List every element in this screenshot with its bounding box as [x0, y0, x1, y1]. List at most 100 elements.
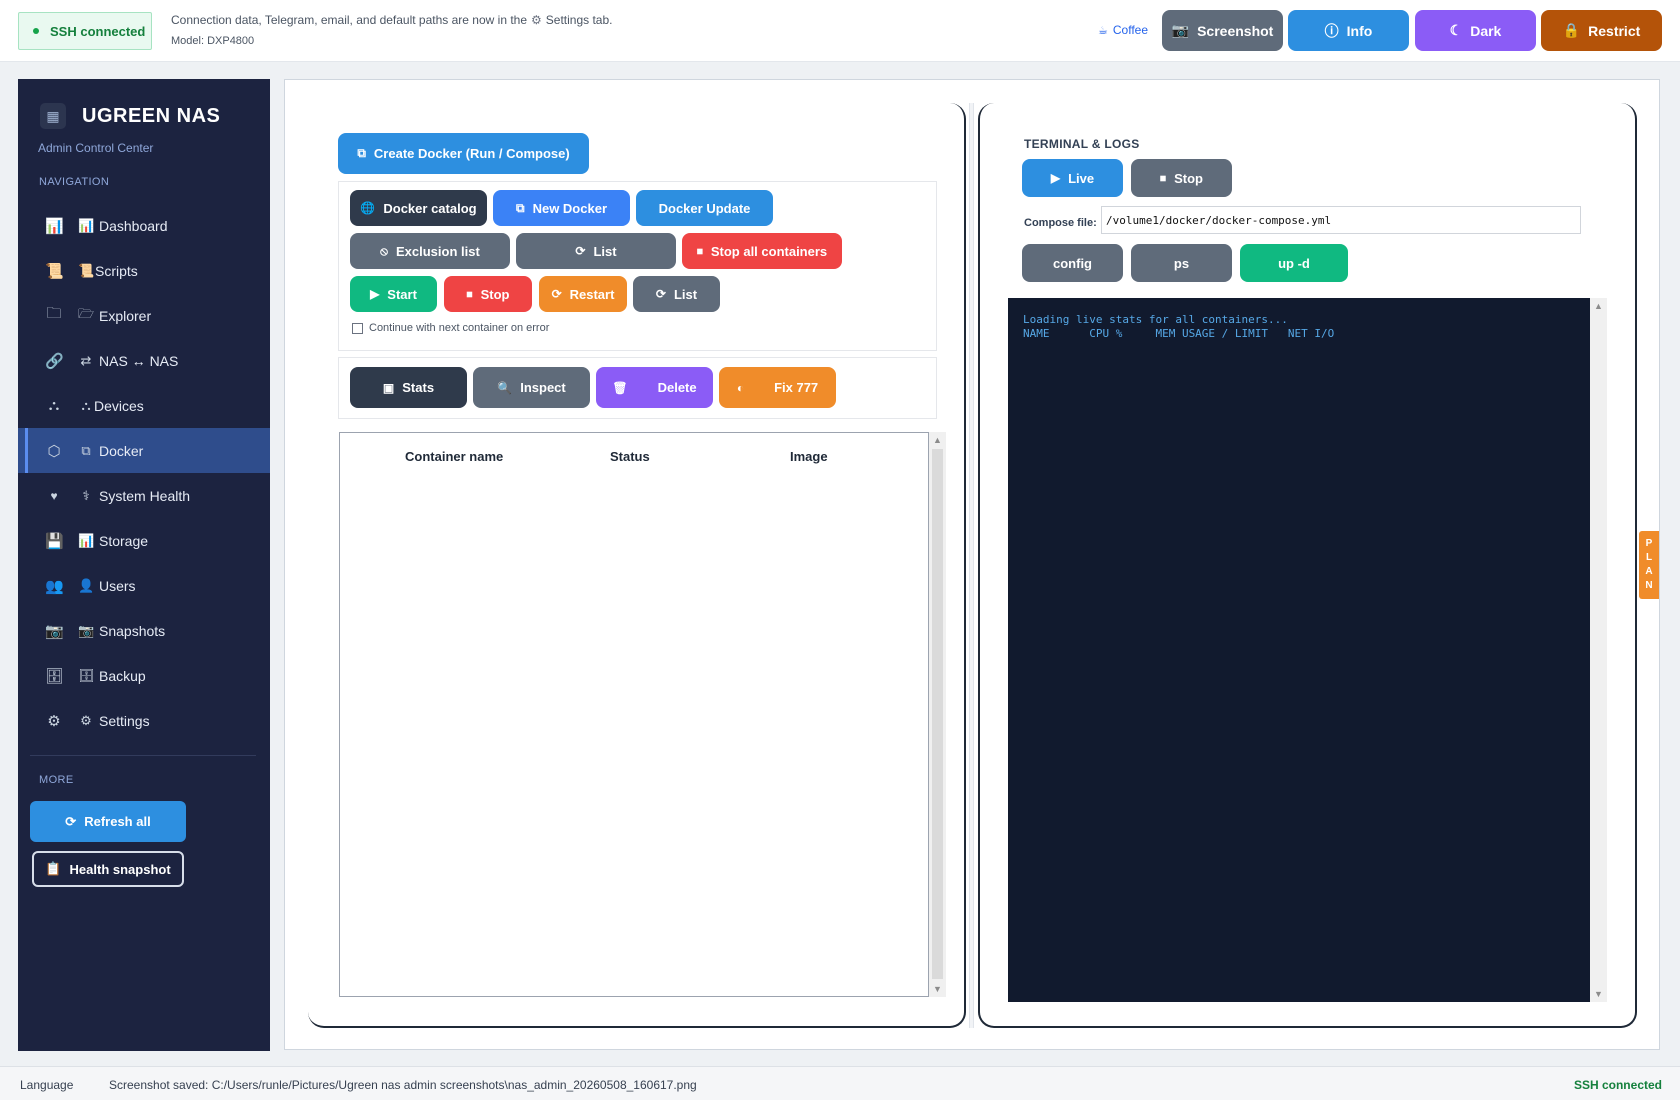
stats-button[interactable]: ▣ Stats [350, 367, 467, 408]
scrollbar-thumb[interactable] [932, 449, 943, 979]
refresh-icon: ⟳ [655, 287, 666, 301]
terminal-line: Loading live stats for all containers... [1023, 313, 1288, 326]
sidebar-item-devices[interactable]: ⛬ ⛬ Devices [18, 383, 270, 428]
column-image[interactable]: Image [790, 449, 828, 464]
shield-icon: ◐ [736, 380, 745, 395]
sidebar-item-explorer[interactable]: 🗀 🗁 Explorer [18, 293, 270, 338]
stop-button[interactable]: ⏹ Stop [444, 276, 532, 312]
sidebar-item-dashboard[interactable]: 📊 📊 Dashboard [18, 203, 270, 248]
script-small-icon: 📜 [78, 262, 95, 278]
sidebar-item-system-health[interactable]: ♥ ⚕ System Health [18, 473, 270, 518]
main-content: ⧉ Create Docker (Run / Compose) 🌐 Docker… [284, 79, 1660, 1050]
sidebar-item-snapshots[interactable]: 📷 📷 Snapshots [18, 608, 270, 653]
sidebar-item-users[interactable]: 👥 👤 Users [18, 563, 270, 608]
screenshot-button[interactable]: 📷 Screenshot [1162, 10, 1283, 51]
terminal-scrollbar[interactable]: ▲ ▼ [1590, 298, 1607, 1002]
exclusion-list-label: Exclusion list [396, 243, 480, 259]
status-bar: Language Screenshot saved: C:/Users/runl… [0, 1066, 1680, 1100]
camera-icon: 📷 [1171, 22, 1190, 38]
delete-button[interactable]: 🗑 Delete [596, 367, 713, 408]
sidebar-item-label: Dashboard [99, 217, 168, 234]
new-docker-button[interactable]: ⧉ New Docker [493, 190, 630, 226]
fix-777-label: Fix 777 [774, 380, 819, 395]
docker-update-button[interactable]: Docker Update [636, 190, 773, 226]
list-button[interactable]: ⟳ List [516, 233, 676, 269]
info-button[interactable]: ⓘ Info [1288, 10, 1409, 51]
coffee-link[interactable]: ☕ Coffee [1098, 23, 1148, 37]
sidebar-item-docker[interactable]: ⬡ ⧉ Docker [18, 428, 270, 473]
config-label: config [1053, 255, 1092, 271]
clipboard-icon: 📋 [45, 861, 62, 876]
list-button-2[interactable]: ⟳ List [633, 276, 720, 312]
scroll-down-icon[interactable]: ▼ [1594, 989, 1603, 999]
plan-letter: N [1645, 580, 1653, 591]
sidebar-item-storage[interactable]: 💾 📊 Storage [18, 518, 270, 563]
checkbox-box[interactable] [352, 322, 363, 334]
compose-config-button[interactable]: config [1022, 244, 1123, 282]
live-label: Live [1068, 170, 1095, 186]
docker-icon: ⧉ [357, 146, 366, 160]
terminal-output[interactable]: Loading live stats for all containers...… [1008, 298, 1590, 1002]
sidebar-item-label: Backup [99, 667, 146, 684]
stats-label: Stats [402, 380, 435, 395]
screenshot-saved-message: Screenshot saved: C:/Users/runle/Picture… [109, 1078, 697, 1092]
terminal-stop-button[interactable]: ⏹ Stop [1131, 159, 1232, 197]
dark-mode-button[interactable]: ☾ Dark [1415, 10, 1536, 51]
brand-title: UGREEN NAS [82, 104, 221, 127]
stop-all-containers-button[interactable]: ⏹ Stop all containers [682, 233, 842, 269]
nav-heading: NAVIGATION [39, 176, 110, 188]
more-heading: MORE [39, 774, 74, 786]
docker-update-label: Docker Update [658, 200, 751, 216]
table-scrollbar[interactable]: ▲ ▼ [929, 432, 946, 997]
scroll-up-icon[interactable]: ▲ [1594, 301, 1603, 311]
sidebar-item-nas-to-nas[interactable]: 🔗 ⇄ NAS ↔ NAS [18, 338, 270, 383]
sidebar-item-label: Explorer [99, 307, 152, 324]
docker-actions-group: 🌐 Docker catalog ⧉ New Docker Docker Upd… [338, 181, 937, 351]
language-selector[interactable]: Language [20, 1078, 73, 1092]
refresh-all-label: Refresh all [84, 814, 151, 829]
sidebar-item-scripts[interactable]: 📜 📜 Scripts [18, 248, 270, 293]
camera-small-icon: 📷 [78, 622, 95, 638]
compose-file-label: Compose file: [1024, 217, 1097, 229]
exclusion-list-button[interactable]: ⦸ Exclusion list [350, 233, 510, 269]
compose-file-input[interactable] [1101, 206, 1581, 234]
column-status[interactable]: Status [610, 449, 650, 464]
scroll-up-icon[interactable]: ▲ [933, 435, 942, 445]
plan-letter: L [1645, 552, 1653, 563]
ssh-status-text: SSH connected [50, 23, 146, 39]
docker-catalog-button[interactable]: 🌐 Docker catalog [350, 190, 487, 226]
continue-on-error-checkbox[interactable]: Continue with next container on error [352, 322, 549, 334]
start-button[interactable]: ▶ Start [350, 276, 437, 312]
panel-splitter-handle[interactable] [969, 103, 974, 1028]
network-icon: ⛬ [48, 397, 60, 414]
plan-side-tab[interactable]: P L A N [1639, 531, 1659, 599]
continue-on-error-label: Continue with next container on error [369, 322, 550, 334]
restrict-label: Restrict [1588, 22, 1641, 39]
compose-ps-button[interactable]: ps [1131, 244, 1232, 282]
terminal-title: TERMINAL & LOGS [1024, 137, 1140, 151]
refresh-icon: ⟳ [551, 287, 562, 301]
restrict-button[interactable]: 🔒 Restrict [1541, 10, 1662, 51]
sidebar-item-label: System Health [99, 487, 191, 504]
compose-up-button[interactable]: up -d [1240, 244, 1348, 282]
sidebar-item-backup[interactable]: 🗄 🗄 Backup [18, 653, 270, 698]
live-button[interactable]: ▶ Live [1022, 159, 1123, 197]
gear-icon: ⚙ [531, 13, 542, 27]
inspect-button[interactable]: 🔍 Inspect [473, 367, 590, 408]
ssh-status-footer: SSH connected [1573, 1078, 1662, 1092]
column-container-name[interactable]: Container name [405, 449, 503, 464]
inspect-label: Inspect [520, 380, 566, 395]
restart-button[interactable]: ⟳ Restart [539, 276, 627, 312]
health-snapshot-button[interactable]: 📋 Health snapshot [32, 851, 184, 887]
table-header: Container name Status Image [340, 433, 928, 477]
sidebar-item-settings[interactable]: ⚙ ⚙ Settings [18, 698, 270, 743]
refresh-all-button[interactable]: ⟳ Refresh all [30, 801, 186, 842]
fix-777-button[interactable]: ◐ Fix 777 [719, 367, 836, 408]
container-table[interactable]: Container name Status Image [339, 432, 929, 997]
stethoscope-icon: ⚕ [82, 487, 90, 503]
bar-chart-small-icon: 📊 [78, 217, 95, 233]
scroll-down-icon[interactable]: ▼ [933, 984, 942, 994]
stop-icon: ⏹ [696, 243, 703, 258]
create-docker-button[interactable]: ⧉ Create Docker (Run / Compose) [338, 133, 589, 174]
network-small-icon: ⛬ [81, 397, 91, 413]
